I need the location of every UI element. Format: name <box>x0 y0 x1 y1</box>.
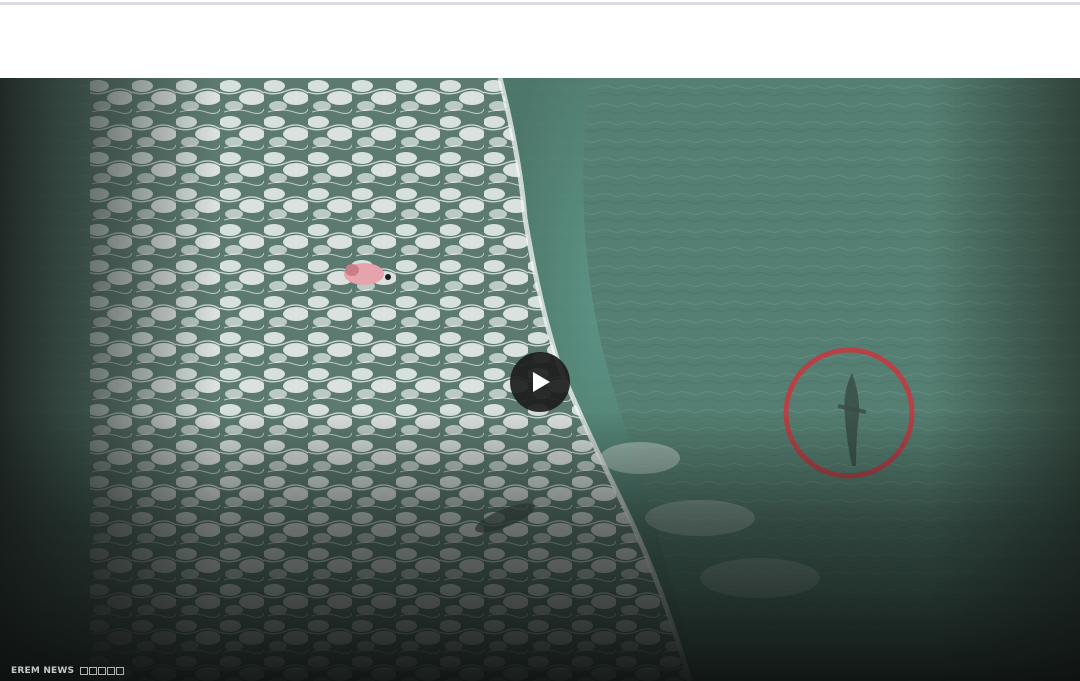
watermark-glyphs <box>80 667 125 675</box>
watermark-brand: EREM NEWS <box>11 666 75 676</box>
play-icon <box>533 372 550 392</box>
play-button[interactable] <box>510 352 570 412</box>
header-space <box>0 5 1080 78</box>
video-player[interactable]: EREM NEWS <box>0 78 1080 681</box>
channel-watermark: EREM NEWS <box>11 666 125 676</box>
